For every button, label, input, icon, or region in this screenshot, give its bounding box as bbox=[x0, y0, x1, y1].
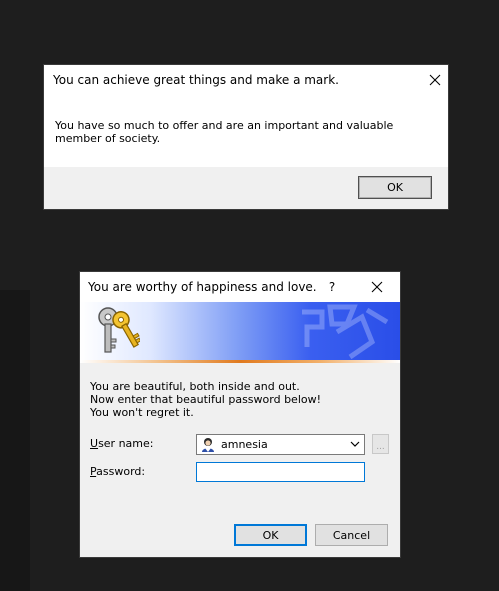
banner-accent-line bbox=[80, 360, 400, 363]
banner bbox=[80, 302, 400, 360]
close-button[interactable] bbox=[364, 274, 390, 300]
dialog-message: You have so much to offer and are an imp… bbox=[55, 119, 394, 145]
ok-button[interactable]: OK bbox=[358, 176, 432, 199]
intro-line: You are beautiful, both inside and out. bbox=[90, 380, 300, 393]
dialog-footer: OK bbox=[44, 167, 448, 209]
dialog-title: You are worthy of happiness and love. bbox=[88, 280, 317, 294]
browse-button[interactable]: ... bbox=[372, 434, 389, 454]
password-label-text: assword: bbox=[96, 465, 146, 478]
cancel-button[interactable]: Cancel bbox=[315, 524, 388, 546]
username-select[interactable]: amnesia bbox=[196, 434, 365, 455]
password-label: Password: bbox=[90, 465, 145, 478]
keys-icon bbox=[98, 307, 140, 353]
user-avatar-icon bbox=[202, 438, 214, 452]
help-button[interactable]: ? bbox=[320, 274, 344, 300]
title-bar: You are worthy of happiness and love. ? bbox=[80, 272, 400, 302]
username-label-accelerator: U bbox=[90, 437, 99, 450]
dialog-title: You can achieve great things and make a … bbox=[53, 73, 339, 87]
intro-line: You won't regret it. bbox=[90, 406, 194, 419]
username-label-text: ser name: bbox=[98, 437, 154, 450]
message-dialog: You can achieve great things and make a … bbox=[44, 65, 448, 209]
close-icon bbox=[371, 281, 383, 293]
chevron-down-icon bbox=[350, 441, 360, 447]
help-icon: ? bbox=[328, 280, 336, 294]
ok-button[interactable]: OK bbox=[234, 524, 307, 546]
intro-text: You are beautiful, both inside and out. … bbox=[90, 380, 321, 419]
intro-line: Now enter that beautiful password below! bbox=[90, 393, 322, 406]
watermark-logo-icon bbox=[302, 304, 389, 360]
password-input[interactable] bbox=[196, 462, 365, 482]
close-button[interactable] bbox=[422, 67, 448, 93]
close-icon bbox=[429, 74, 441, 86]
username-label: User name: bbox=[90, 437, 153, 450]
background-panel bbox=[0, 290, 30, 591]
login-dialog: You are worthy of happiness and love. ? bbox=[80, 272, 400, 557]
username-value: amnesia bbox=[221, 438, 268, 451]
